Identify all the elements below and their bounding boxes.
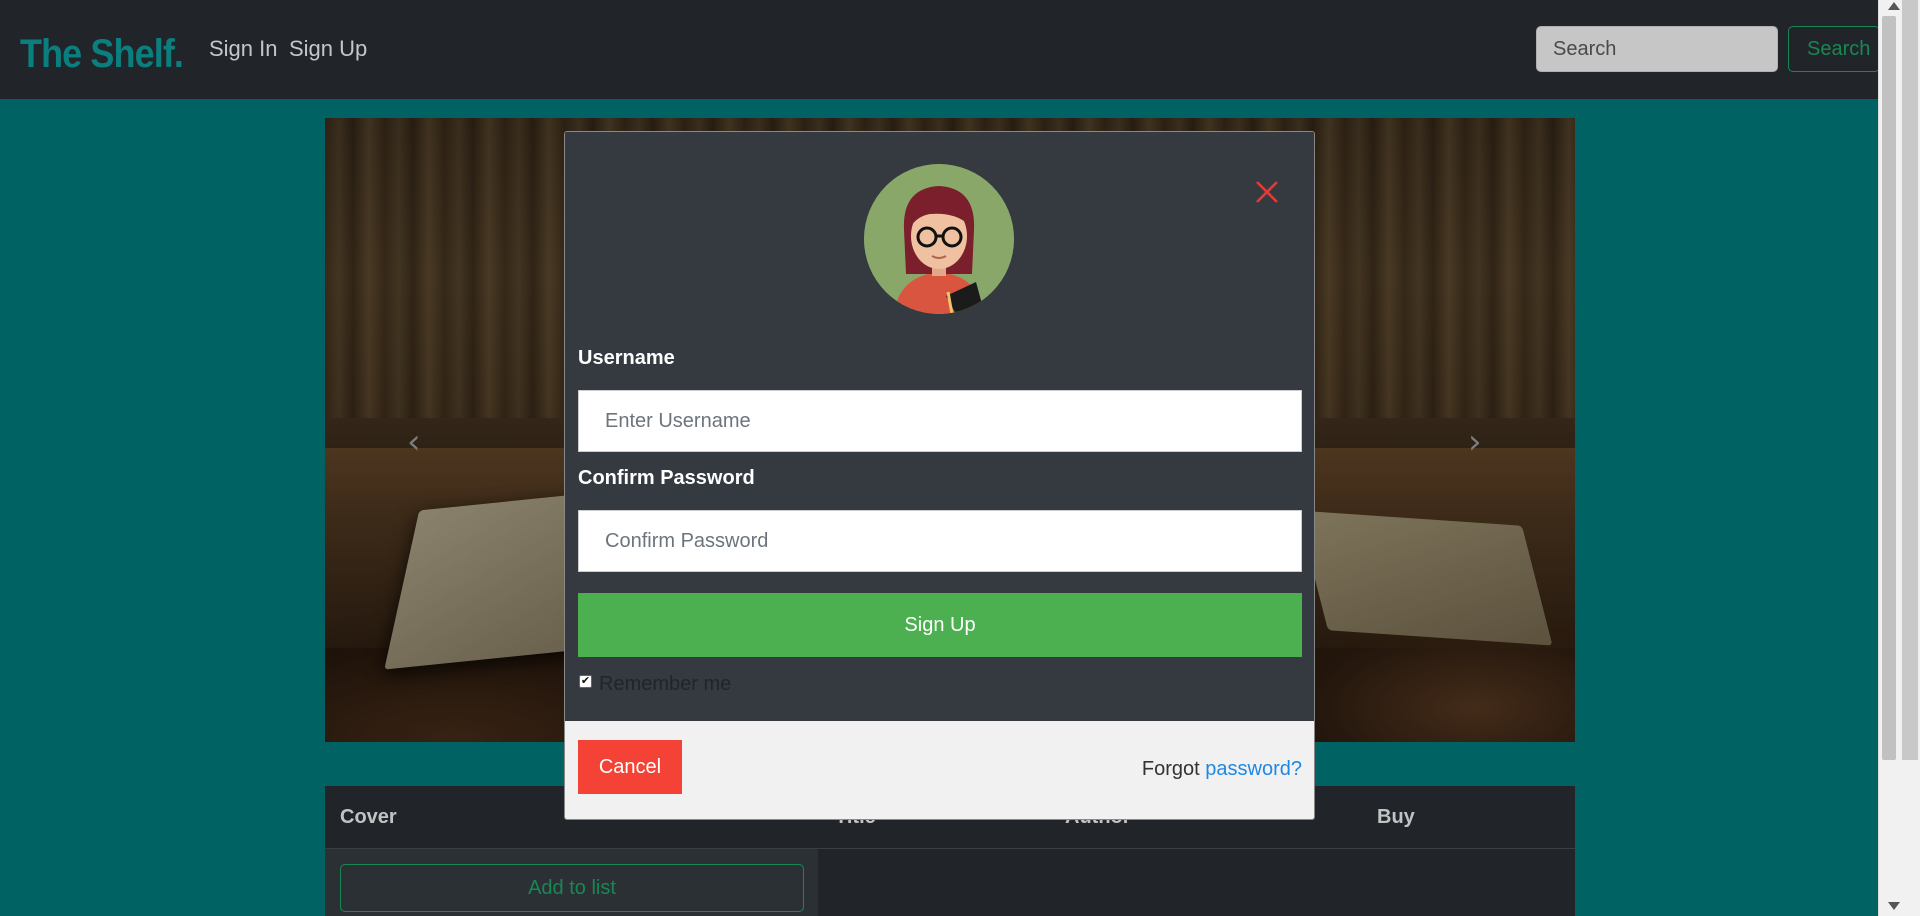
scroll-down-arrow-icon[interactable] [1888,902,1900,910]
modal-body: Username Confirm Password Sign Up ✔ Reme… [565,132,1314,721]
remember-me-checkbox[interactable]: ✔ [579,675,592,688]
signup-modal: Username Confirm Password Sign Up ✔ Reme… [564,131,1315,820]
librarian-avatar-icon [864,164,1014,314]
username-label: Username [578,347,675,369]
modal-footer: Cancel Forgot password? [565,721,1314,819]
forgot-password-link[interactable]: password? [1205,758,1302,780]
cancel-button[interactable]: Cancel [578,740,682,794]
remember-me-label[interactable]: Remember me [599,673,731,696]
close-icon[interactable] [1251,176,1283,208]
forgot-label: Forgot [1141,758,1200,780]
confirm-password-label: Confirm Password [578,467,755,489]
confirm-password-field[interactable] [578,510,1302,572]
username-field[interactable] [578,390,1302,452]
forgot-password-text: Forgot password? [1142,758,1302,781]
sign-up-submit-button[interactable]: Sign Up [578,593,1302,657]
scroll-up-arrow-icon[interactable] [1888,2,1900,10]
scrollbar-thumb-secondary[interactable] [1902,0,1918,760]
scrollbar-thumb[interactable] [1882,16,1896,760]
